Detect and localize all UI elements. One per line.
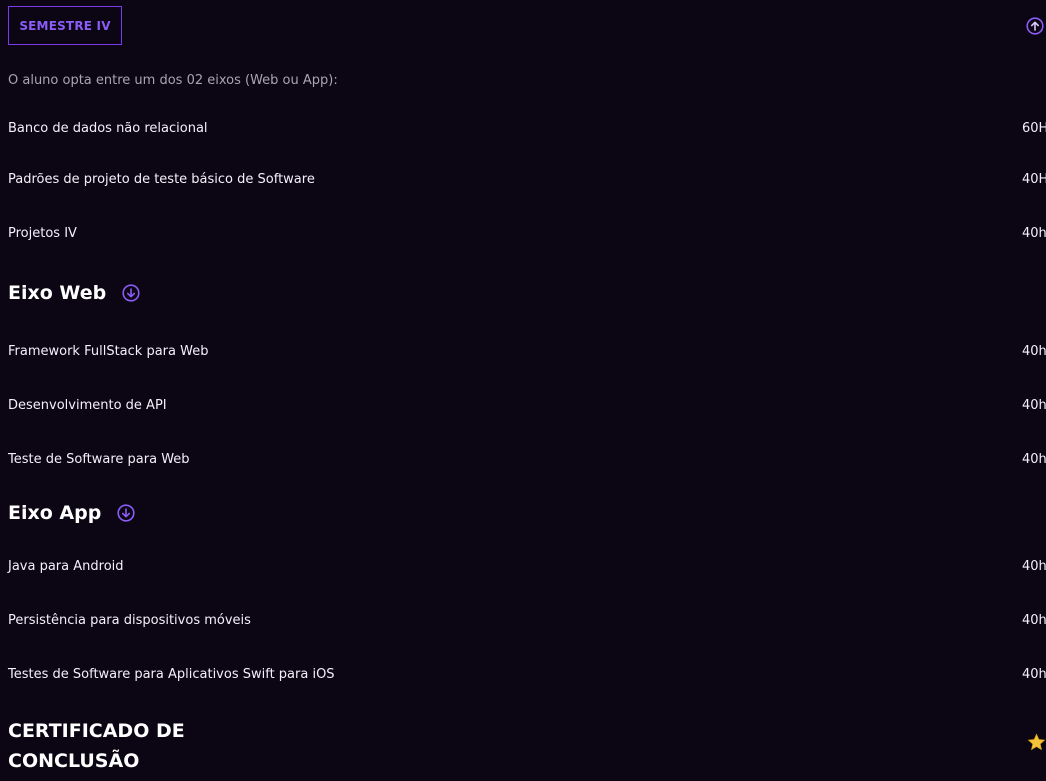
subject-hours: 40h [1022, 667, 1046, 682]
axis-web-title: Eixo Web [8, 282, 107, 304]
curriculum-page: SEMESTRE IV O aluno opta entre um dos 02… [0, 0, 1046, 781]
arrow-up-circle-icon[interactable] [1026, 17, 1044, 35]
subject-name: Desenvolvimento de API [8, 398, 167, 413]
subject-name: Teste de Software para Web [8, 452, 190, 467]
subject-hours: 40h [1022, 452, 1046, 467]
certificate-line-2: CONCLUSÃO [8, 750, 140, 772]
subject-hours: 40h [1022, 226, 1046, 241]
axis-app-header[interactable]: Eixo App [8, 502, 135, 524]
subject-hours: 40h [1022, 398, 1046, 413]
subject-row: Projetos IV 40h [8, 226, 1046, 246]
axis-web-header[interactable]: Eixo Web [8, 282, 140, 304]
subject-name: Padrões de projeto de teste básico de So… [8, 172, 315, 187]
subject-hours: 40h [1022, 559, 1046, 574]
subject-hours: 40H [1022, 172, 1046, 187]
subject-hours: 40h [1022, 613, 1046, 628]
axis-app-title: Eixo App [8, 502, 102, 524]
star-icon [1027, 733, 1046, 751]
semester-button[interactable]: SEMESTRE IV [8, 6, 122, 45]
certificate-title: CERTIFICADO DE CONCLUSÃO [8, 716, 208, 776]
subject-hours: 40h [1022, 344, 1046, 359]
arrow-down-circle-icon[interactable] [122, 284, 140, 302]
subject-row: Testes de Software para Aplicativos Swif… [8, 667, 1046, 687]
subject-row: Framework FullStack para Web 40h [8, 344, 1046, 364]
arrow-down-circle-icon[interactable] [117, 504, 135, 522]
subject-name: Projetos IV [8, 226, 77, 241]
subject-name: Persistência para dispositivos móveis [8, 613, 251, 628]
subject-row: Desenvolvimento de API 40h [8, 398, 1046, 418]
subject-row: Banco de dados não relacional 60H [8, 121, 1046, 141]
subject-row: Padrões de projeto de teste básico de So… [8, 172, 1046, 192]
subject-row: Persistência para dispositivos móveis 40… [8, 613, 1046, 633]
subject-row: Java para Android 40h [8, 559, 1046, 579]
subject-row: Teste de Software para Web 40h [8, 452, 1046, 472]
subject-name: Java para Android [8, 559, 124, 574]
subject-hours: 60H [1022, 121, 1046, 136]
subject-name: Banco de dados não relacional [8, 121, 208, 136]
subject-name: Testes de Software para Aplicativos Swif… [8, 667, 335, 682]
certificate-line-1: CERTIFICADO DE [8, 720, 185, 742]
subject-name: Framework FullStack para Web [8, 344, 209, 359]
axis-choice-note: O aluno opta entre um dos 02 eixos (Web … [8, 73, 338, 88]
